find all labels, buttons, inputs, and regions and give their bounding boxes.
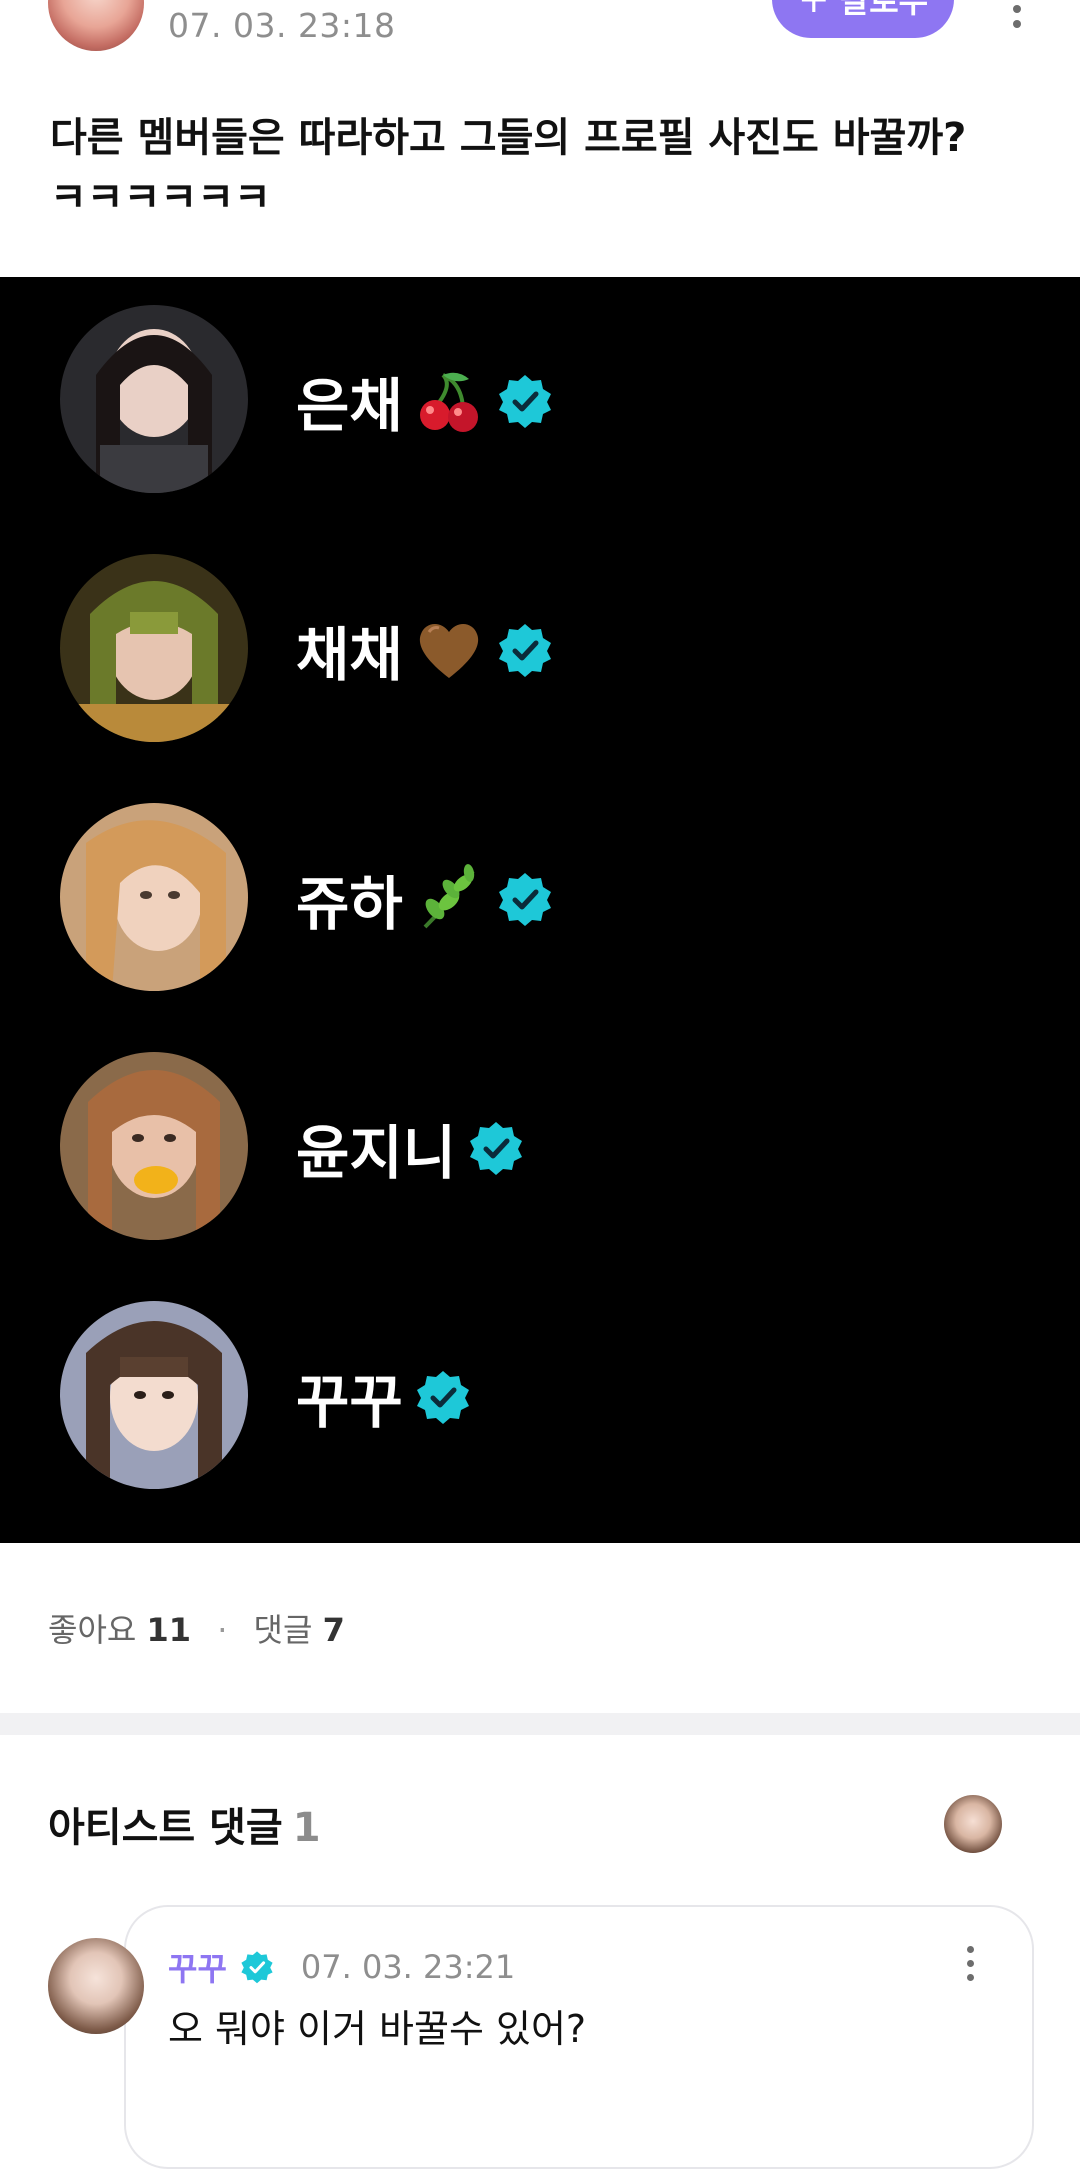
post-header: 07. 03. 23:18 + 팔로우 [0,0,1080,60]
verified-badge-icon [498,375,551,428]
follow-button[interactable]: + 팔로우 [772,0,954,38]
likes-count: 11 [146,1611,192,1649]
member-avatar [60,554,248,742]
cherries-emoji [419,372,478,432]
post-image[interactable]: 은채 채채 쥬하 윤지니 꾸꾸 [0,277,1080,1543]
post-text-line: 다른 멤버들은 따라하고 그들의 프로필 사진도 바꿀까? [50,115,967,161]
member-name: 채채 [296,621,403,689]
artist-comments-title: 아티스트 댓글 1 [48,1795,321,1853]
member-avatar [60,1301,248,1489]
follow-label: 팔로우 [839,0,929,20]
comment-timestamp: 07. 03. 23:21 [300,1948,516,1986]
member-name: 꾸꾸 [296,1368,403,1436]
comments-label[interactable]: 댓글 [254,1611,313,1649]
comment-author[interactable]: 꾸꾸 [168,1944,227,1990]
post-text: 다른 멤버들은 따라하고 그들의 프로필 사진도 바꿀까? ㅋㅋㅋㅋㅋㅋ [50,108,1040,228]
member-avatar [60,803,248,991]
plus-icon: + [798,0,830,21]
member-row: 은채 [0,305,1080,495]
separator-dot: · [217,1611,228,1649]
artist-comments-count: 1 [292,1805,321,1851]
comment-more-options-icon[interactable] [960,1946,980,1986]
comment-author-avatar[interactable] [48,1938,144,2034]
comment-meta: 꾸꾸 07. 03. 23:21 [168,1944,515,1990]
member-row: 꾸꾸 [0,1301,1080,1491]
member-name: 윤지니 [296,1119,457,1187]
verified-badge-icon [498,873,551,926]
section-divider [0,1713,1080,1735]
brown-heart-emoji [419,623,478,678]
author-avatar[interactable] [48,0,144,51]
comments-count[interactable]: 7 [323,1611,345,1649]
member-row: 쥬하 [0,803,1080,993]
more-options-icon[interactable] [1000,0,1034,30]
likes-label: 좋아요 [48,1611,137,1649]
verified-badge-icon [470,1122,523,1175]
post-stats: 좋아요 11 · 댓글 7 [48,1605,345,1651]
verified-badge-icon [241,1951,273,1984]
verified-badge-icon [416,1371,469,1424]
member-avatar [60,305,248,493]
member-name: 은채 [296,372,403,440]
verified-badge-icon [498,624,551,677]
artist-avatar[interactable] [944,1795,1002,1853]
herb-emoji [423,864,475,929]
member-row: 윤지니 [0,1052,1080,1242]
post-timestamp: 07. 03. 23:18 [168,6,396,45]
artist-comments-label: 아티스트 댓글 [48,1805,283,1851]
comment-text: 오 뭐야 이거 바꿀수 있어? [168,2007,587,2051]
post-text-line: ㅋㅋㅋㅋㅋㅋ [50,175,271,221]
member-name: 쥬하 [296,870,403,938]
member-row: 채채 [0,554,1080,744]
member-avatar [60,1052,248,1240]
